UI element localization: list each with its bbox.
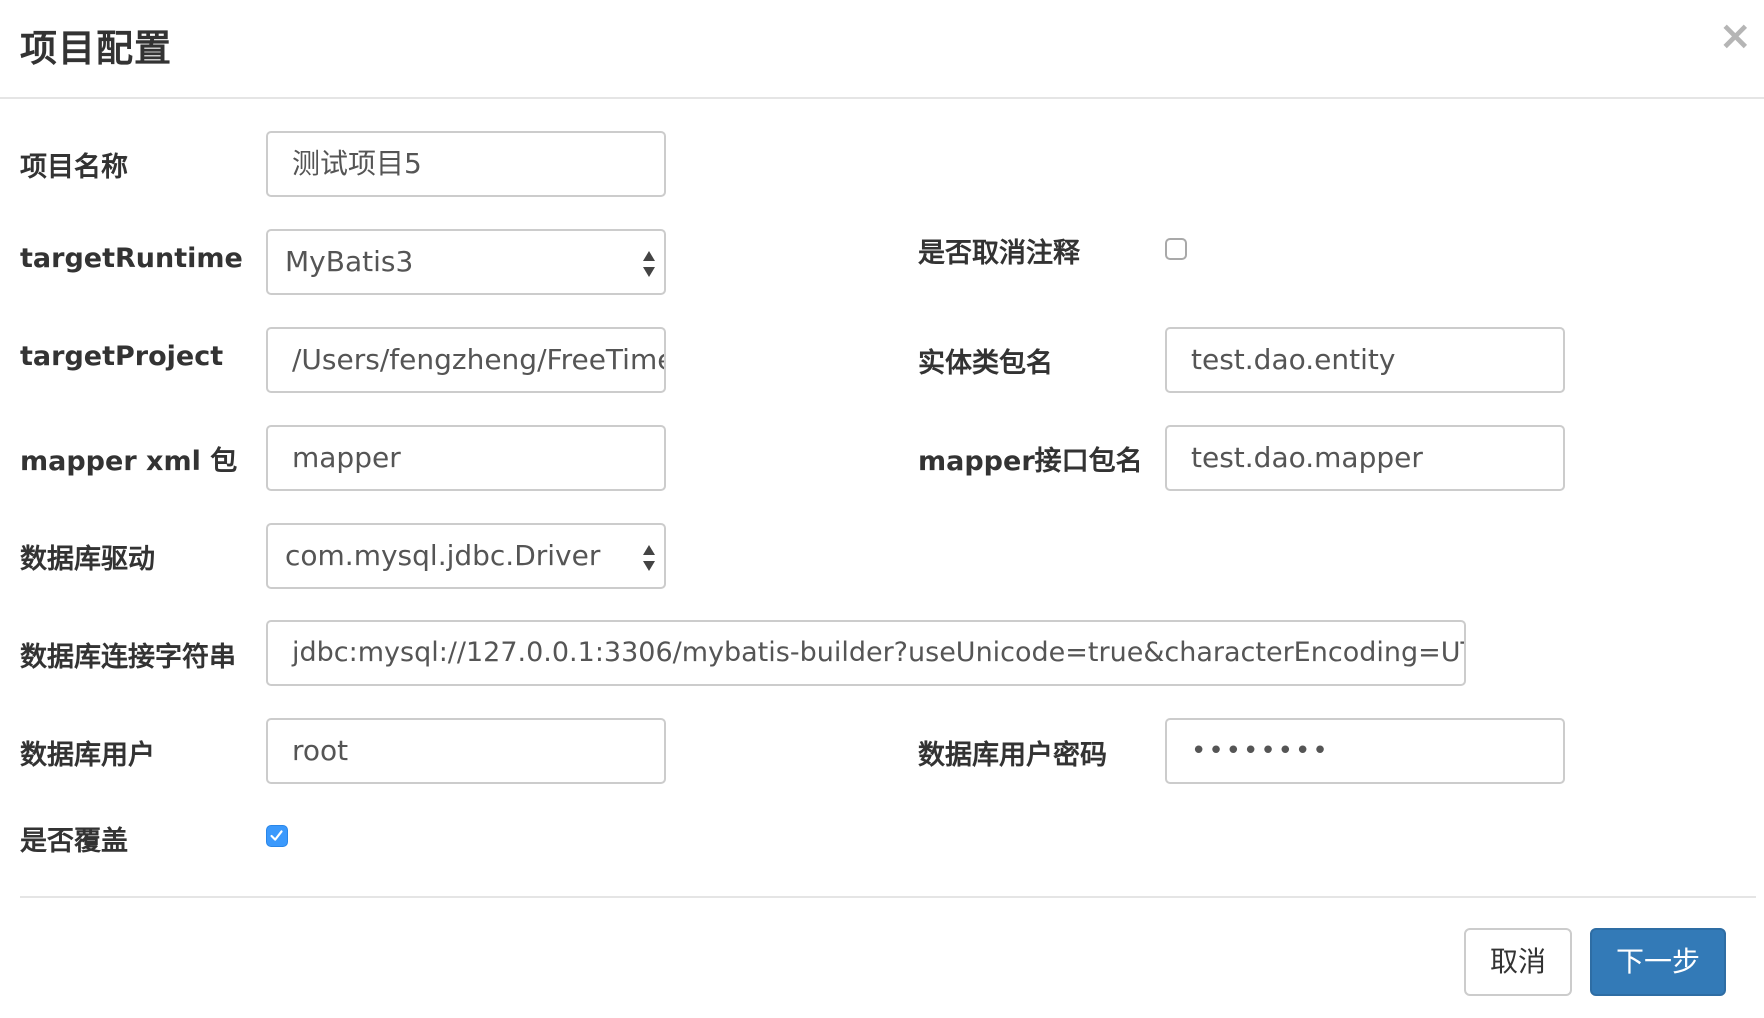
cancel-button[interactable]: 取消 xyxy=(1464,928,1572,996)
db-url-label: 数据库连接字符串 xyxy=(20,642,236,673)
dialog-header: 项目配置 × xyxy=(0,0,1764,99)
target-runtime-label: targetRuntime xyxy=(20,243,243,274)
up-down-arrows-icon xyxy=(643,251,655,277)
entity-package-label: 实体类包名 xyxy=(918,348,1053,379)
overwrite-checkbox[interactable] xyxy=(266,825,288,847)
close-icon[interactable]: × xyxy=(1718,16,1752,56)
target-project-input[interactable]: /Users/fengzheng/FreeTime xyxy=(266,327,666,393)
mapper-interface-package-label: mapper接口包名 xyxy=(918,446,1143,477)
footer-divider xyxy=(20,896,1756,898)
dialog-title: 项目配置 xyxy=(20,27,172,70)
target-project-label: targetProject xyxy=(20,341,224,372)
db-url-input[interactable]: jdbc:mysql://127.0.0.1:3306/mybatis-buil… xyxy=(266,620,1466,686)
db-driver-label: 数据库驱动 xyxy=(20,544,155,575)
db-user-label: 数据库用户 xyxy=(20,740,155,771)
disable-comments-checkbox[interactable] xyxy=(1165,238,1187,260)
up-down-arrows-icon xyxy=(643,545,655,571)
db-driver-value: com.mysql.jdbc.Driver xyxy=(285,539,601,572)
project-config-dialog: 项目配置 × 项目名称 测试项目5 targetRuntime MyBatis3… xyxy=(0,0,1764,1018)
db-password-label: 数据库用户密码 xyxy=(918,740,1107,771)
overwrite-label: 是否覆盖 xyxy=(20,826,128,857)
project-name-input[interactable]: 测试项目5 xyxy=(266,131,666,197)
db-driver-select[interactable]: com.mysql.jdbc.Driver xyxy=(266,523,666,589)
disable-comments-label: 是否取消注释 xyxy=(918,238,1080,269)
next-step-button[interactable]: 下一步 xyxy=(1590,928,1726,996)
target-runtime-value: MyBatis3 xyxy=(285,245,414,278)
mapper-interface-package-input[interactable]: test.dao.mapper xyxy=(1165,425,1565,491)
project-name-label: 项目名称 xyxy=(20,152,128,183)
checkmark-icon xyxy=(270,830,283,841)
entity-package-input[interactable]: test.dao.entity xyxy=(1165,327,1565,393)
db-user-input[interactable]: root xyxy=(266,718,666,784)
db-password-input[interactable]: •••••••• xyxy=(1165,718,1565,784)
mapper-xml-package-label: mapper xml 包 xyxy=(20,446,238,477)
mapper-xml-package-input[interactable]: mapper xyxy=(266,425,666,491)
target-runtime-select[interactable]: MyBatis3 xyxy=(266,229,666,295)
